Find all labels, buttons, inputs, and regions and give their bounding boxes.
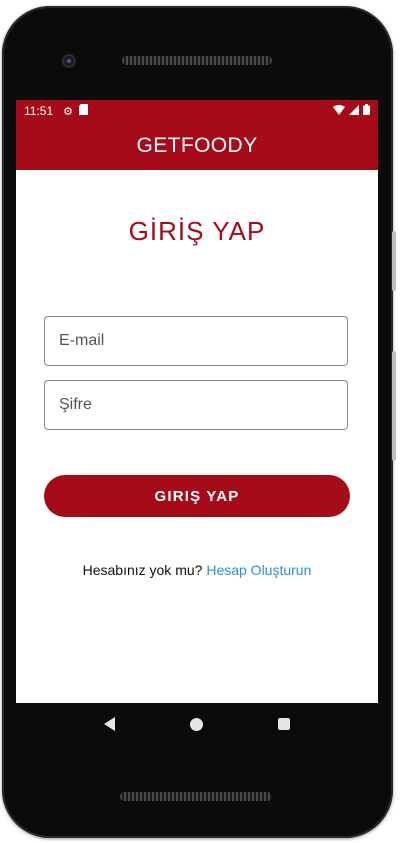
home-icon[interactable] xyxy=(189,717,203,731)
app-bar: GETFOODY xyxy=(16,122,378,170)
password-input[interactable] xyxy=(44,380,348,430)
power-button xyxy=(392,231,396,291)
signup-prompt: Hesabınız yok mu? xyxy=(82,562,203,578)
top-speaker xyxy=(122,56,272,65)
battery-icon xyxy=(363,104,370,118)
login-title: GİRİŞ YAP xyxy=(128,216,266,246)
signal-icon xyxy=(349,104,359,118)
signup-row: Hesabınız yok mu? Hesap Oluşturun xyxy=(16,562,378,578)
app-title: GETFOODY xyxy=(136,134,258,157)
status-bar: 11:51 ⚙ xyxy=(16,100,378,122)
settings-icon: ⚙ xyxy=(63,105,74,118)
bottom-speaker xyxy=(120,792,272,801)
recents-icon[interactable] xyxy=(278,718,291,730)
email-input[interactable] xyxy=(44,316,348,366)
wifi-icon xyxy=(333,104,345,118)
login-button[interactable]: GIRIŞ YAP xyxy=(44,475,350,517)
create-account-link[interactable]: Hesap Oluşturun xyxy=(206,562,311,578)
status-time: 11:51 xyxy=(24,104,54,118)
front-camera-icon xyxy=(62,54,76,68)
volume-button xyxy=(392,351,396,461)
back-icon[interactable] xyxy=(103,717,115,731)
app-screen: 11:51 ⚙ GETFOODY GİRİŞ YAP GIRIŞ YAP Hes… xyxy=(16,100,378,703)
sd-card-icon xyxy=(79,104,89,118)
navigation-bar xyxy=(16,703,378,745)
